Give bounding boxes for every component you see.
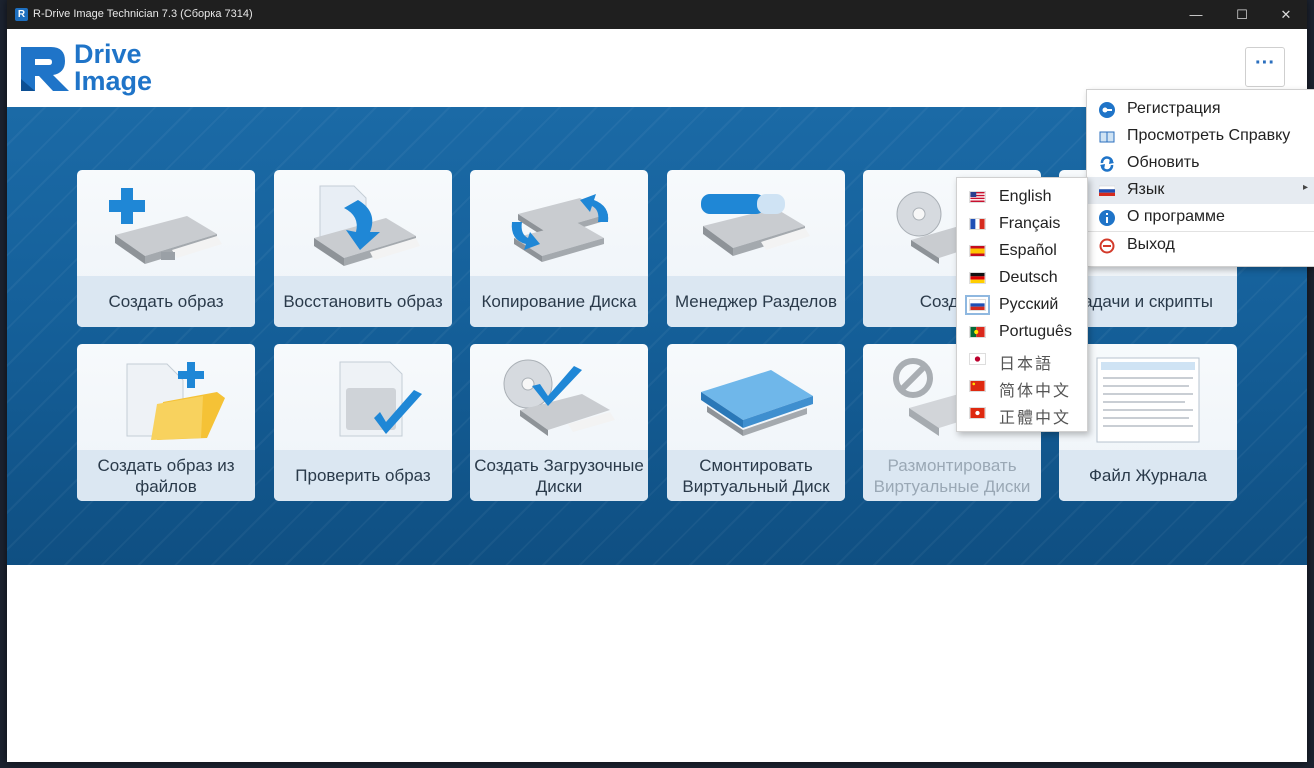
mount-virtual-disk-icon — [667, 344, 845, 450]
lang-item-french[interactable]: Français — [957, 211, 1087, 237]
menu-item-label: Язык — [1127, 181, 1165, 198]
lang-label: 简体中文 — [999, 383, 1072, 400]
de-flag-icon — [969, 272, 986, 284]
lang-item-russian[interactable]: Русский — [957, 292, 1087, 318]
ru-flag-icon — [965, 295, 990, 315]
lang-item-portuguese[interactable]: Português — [957, 319, 1087, 345]
tile-label: Создать Загрузочные Диски — [470, 450, 648, 501]
language-submenu: English Français Español Deutsch Русский… — [956, 177, 1088, 432]
r-logo-icon — [21, 47, 69, 91]
file-image-icon — [77, 344, 255, 450]
book-icon — [1099, 131, 1115, 143]
tile-label: Проверить образ — [274, 450, 452, 501]
tile-label: Создать образ из файлов — [77, 450, 255, 501]
submenu-arrow-icon: ▸ — [1302, 182, 1308, 193]
us-flag-icon — [969, 191, 986, 203]
lang-item-spanish[interactable]: Español — [957, 238, 1087, 264]
tile-label: Менеджер Разделов — [667, 276, 845, 327]
exit-icon — [1099, 238, 1115, 254]
menu-item-label: Просмотреть Справку — [1127, 127, 1291, 144]
lang-item-german[interactable]: Deutsch — [957, 265, 1087, 291]
check-image-icon — [274, 344, 452, 450]
maximize-button[interactable]: ☐ — [1219, 0, 1265, 29]
lang-label: English — [999, 188, 1052, 205]
jp-flag-icon — [969, 353, 986, 365]
cn-flag-icon — [969, 380, 986, 392]
minimize-button[interactable]: — — [1173, 0, 1219, 29]
lang-label: Português — [999, 323, 1072, 340]
tile-label: Размонтировать Виртуальные Диски — [863, 450, 1041, 501]
window-title: R-Drive Image Technician 7.3 (Сборка 731… — [33, 8, 253, 20]
menu-item-language[interactable]: Язык ▸ — [1087, 177, 1314, 204]
menu-item-label: О программе — [1127, 208, 1225, 225]
hk-flag-icon — [969, 407, 986, 419]
menu-item-label: Выход — [1127, 236, 1175, 253]
menu-item-update[interactable]: Обновить — [1087, 150, 1314, 177]
tile-label: Файл Журнала — [1059, 450, 1237, 501]
tile-create-image[interactable]: Создать образ — [77, 170, 255, 327]
lang-item-english[interactable]: English — [957, 184, 1087, 210]
lang-item-chinese-simplified[interactable]: 简体中文 — [957, 373, 1087, 400]
lang-label: 日本語 — [999, 356, 1054, 373]
flag-icon — [1099, 185, 1115, 196]
es-flag-icon — [969, 245, 986, 257]
app-icon: R — [15, 8, 28, 21]
close-button[interactable]: ✕ — [1263, 0, 1309, 29]
lang-item-japanese[interactable]: 日本語 — [957, 346, 1087, 373]
tile-label: Копирование Диска — [470, 276, 648, 327]
lang-label: Español — [999, 242, 1057, 259]
lang-label: 正體中文 — [999, 410, 1072, 427]
r-drive-logo: Drive Image — [17, 39, 167, 97]
fr-flag-icon — [969, 218, 986, 230]
tile-label: Восстановить образ — [274, 276, 452, 327]
tile-mount-virtual-disk[interactable]: Смонтировать Виртуальный Диск — [667, 344, 845, 501]
main-dropdown-menu: Регистрация Просмотреть Справку Обновить… — [1086, 89, 1314, 267]
tile-boot-disk[interactable]: Создать Загрузочные Диски — [470, 344, 648, 501]
disk-copy-icon — [470, 170, 648, 276]
create-image-icon — [77, 170, 255, 276]
info-icon — [1099, 210, 1115, 226]
menu-item-label: Регистрация — [1127, 100, 1221, 117]
menu-item-about[interactable]: О программе — [1087, 204, 1314, 231]
tile-label: Создать образ — [77, 276, 255, 327]
refresh-icon — [1100, 156, 1114, 172]
tile-disk-copy[interactable]: Копирование Диска — [470, 170, 648, 327]
boot-disk-icon — [470, 344, 648, 450]
tile-label: Смонтировать Виртуальный Диск — [667, 450, 845, 501]
pt-flag-icon — [969, 326, 986, 338]
tile-restore-image[interactable]: Восстановить образ — [274, 170, 452, 327]
tile-check-image[interactable]: Проверить образ — [274, 344, 452, 501]
partition-manager-icon — [667, 170, 845, 276]
more-menu-button[interactable]: ··· — [1245, 47, 1285, 87]
key-icon — [1099, 102, 1115, 118]
lang-item-chinese-traditional[interactable]: 正體中文 — [957, 400, 1087, 427]
menu-item-registration[interactable]: Регистрация — [1087, 96, 1314, 123]
tile-partition-manager[interactable]: Менеджер Разделов — [667, 170, 845, 327]
menu-item-help[interactable]: Просмотреть Справку — [1087, 123, 1314, 150]
restore-image-icon — [274, 170, 452, 276]
lang-label: Français — [999, 215, 1061, 232]
menu-item-label: Обновить — [1127, 154, 1200, 171]
title-bar[interactable]: R R-Drive Image Technician 7.3 (Сборка 7… — [7, 0, 1307, 29]
menu-item-exit[interactable]: Выход — [1087, 232, 1314, 259]
lang-label: Русский — [999, 296, 1059, 313]
lang-label: Deutsch — [999, 269, 1058, 286]
logo-word-image: Image — [74, 66, 153, 96]
tile-file-image[interactable]: Создать образ из файлов — [77, 344, 255, 501]
